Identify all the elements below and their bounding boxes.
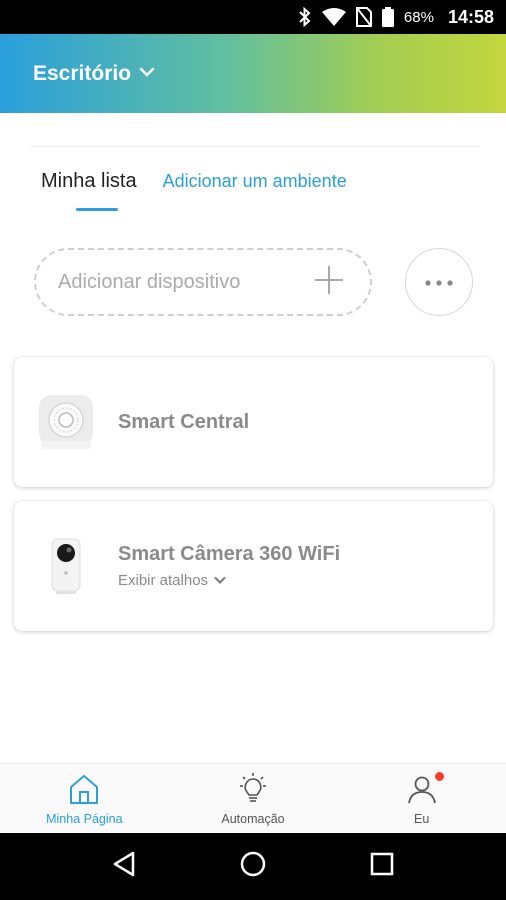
show-shortcuts-toggle[interactable]: Exibir atalhos — [118, 572, 340, 589]
battery-icon — [381, 7, 394, 27]
plus-icon — [314, 265, 344, 300]
notification-badge — [434, 772, 444, 781]
back-button[interactable] — [94, 842, 154, 892]
recents-button[interactable] — [352, 842, 412, 892]
divider — [30, 146, 480, 147]
tab-my-list[interactable]: Minha lista — [41, 170, 137, 193]
battery-percent: 68% — [403, 8, 434, 26]
more-dots-icon — [425, 273, 453, 291]
device-name: Smart Central — [118, 410, 250, 433]
recents-square-icon — [369, 851, 395, 882]
nav-label: Automação — [221, 812, 285, 826]
wifi-icon — [321, 8, 346, 26]
add-room-link[interactable]: Adicionar um ambiente — [163, 171, 347, 192]
app-header: Escritório — [0, 34, 506, 113]
no-sim-icon — [355, 7, 372, 27]
more-options-button[interactable] — [405, 248, 473, 316]
user-icon — [406, 772, 444, 806]
chevron-down-icon — [214, 572, 226, 589]
nav-label: Eu — [414, 812, 430, 826]
bluetooth-icon — [298, 7, 312, 27]
camera-device-icon — [14, 501, 118, 631]
status-bar: 68% 14:58 — [0, 0, 506, 34]
back-triangle-icon — [111, 850, 137, 883]
active-tab-indicator — [76, 208, 118, 211]
device-card-smart-camera[interactable]: Smart Câmera 360 WiFi Exibir atalhos — [14, 501, 493, 631]
home-icon — [68, 772, 100, 806]
device-name: Smart Câmera 360 WiFi — [118, 543, 341, 565]
tab-bar: Minha lista Adicionar um ambiente — [41, 170, 347, 193]
location-selector[interactable]: Escritório — [33, 62, 155, 86]
nav-my-page[interactable]: Minha Página — [0, 764, 169, 833]
nav-automation[interactable]: Automação — [169, 764, 338, 833]
chevron-down-icon — [139, 65, 155, 83]
location-title: Escritório — [33, 61, 132, 85]
smart-hub-icon — [14, 357, 118, 487]
nav-label: Minha Página — [46, 812, 123, 826]
device-card-smart-central[interactable]: Smart Central — [14, 357, 493, 487]
system-navigation-bar — [0, 833, 506, 900]
nav-me[interactable]: Eu — [337, 764, 506, 833]
bottom-navigation: Minha Página Automação Eu — [0, 763, 506, 833]
home-button[interactable] — [223, 842, 283, 892]
home-circle-icon — [239, 850, 267, 883]
add-device-placeholder: Adicionar dispositivo — [58, 270, 241, 293]
lightbulb-icon — [236, 772, 270, 806]
clock: 14:58 — [447, 6, 494, 27]
show-shortcuts-label: Exibir atalhos — [118, 572, 209, 589]
add-device-button[interactable]: Adicionar dispositivo — [34, 248, 372, 316]
